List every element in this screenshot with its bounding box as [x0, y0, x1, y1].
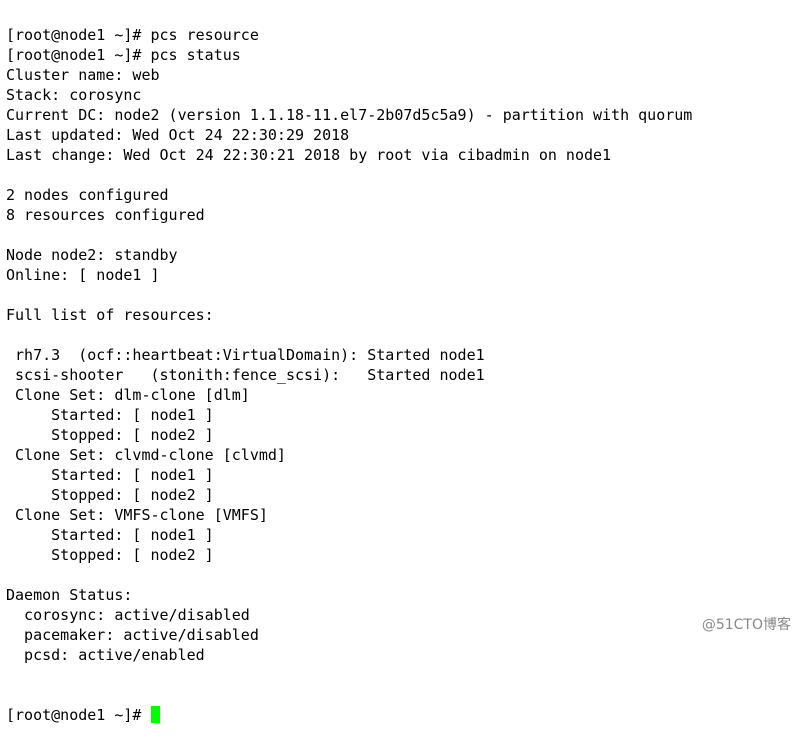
terminal-line: Clone Set: VMFS-clone [VMFS]: [6, 506, 268, 524]
terminal-line: corosync: active/disabled: [6, 606, 250, 624]
terminal-line: Started: [ node1 ]: [6, 466, 214, 484]
terminal-line: Last change: Wed Oct 24 22:30:21 2018 by…: [6, 146, 612, 164]
terminal-line: Current DC: node2 (version 1.1.18-11.el7…: [6, 106, 693, 124]
terminal-line: Node node2: standby: [6, 246, 178, 264]
terminal-line: scsi-shooter (stonith:fence_scsi): Start…: [6, 366, 485, 384]
terminal-line: pcsd: active/enabled: [6, 646, 205, 664]
terminal-line: Cluster name: web: [6, 66, 160, 84]
terminal-line: Stopped: [ node2 ]: [6, 546, 214, 564]
terminal-line: [root@node1 ~]# pcs resource: [6, 26, 268, 44]
terminal-line: Full list of resources:: [6, 306, 214, 324]
terminal-line: Stack: corosync: [6, 86, 142, 104]
terminal-line: Stopped: [ node2 ]: [6, 486, 214, 504]
terminal-line: Clone Set: dlm-clone [dlm]: [6, 386, 250, 404]
terminal-line: Last updated: Wed Oct 24 22:30:29 2018: [6, 126, 350, 144]
terminal-line: Clone Set: clvmd-clone [clvmd]: [6, 446, 286, 464]
terminal-line: pacemaker: active/disabled: [6, 626, 259, 644]
terminal-line: 2 nodes configured: [6, 186, 169, 204]
prompt-line[interactable]: [root@node1 ~]#: [6, 705, 692, 725]
terminal-output[interactable]: [root@node1 ~]# pcs resource [root@node1…: [6, 0, 692, 745]
watermark: @51CTO博客: [701, 617, 791, 633]
terminal-line: Stopped: [ node2 ]: [6, 426, 214, 444]
terminal-line: rh7.3 (ocf::heartbeat:VirtualDomain): St…: [6, 346, 485, 364]
terminal-cursor: [150, 706, 160, 723]
terminal-line: Daemon Status:: [6, 586, 133, 604]
terminal-line: Started: [ node1 ]: [6, 526, 214, 544]
terminal-line: Online: [ node1 ]: [6, 266, 160, 284]
terminal-line: [root@node1 ~]# pcs status: [6, 46, 241, 64]
terminal-line: 8 resources configured: [6, 206, 205, 224]
terminal-line: Started: [ node1 ]: [6, 406, 214, 424]
shell-prompt: [root@node1 ~]#: [6, 706, 151, 724]
